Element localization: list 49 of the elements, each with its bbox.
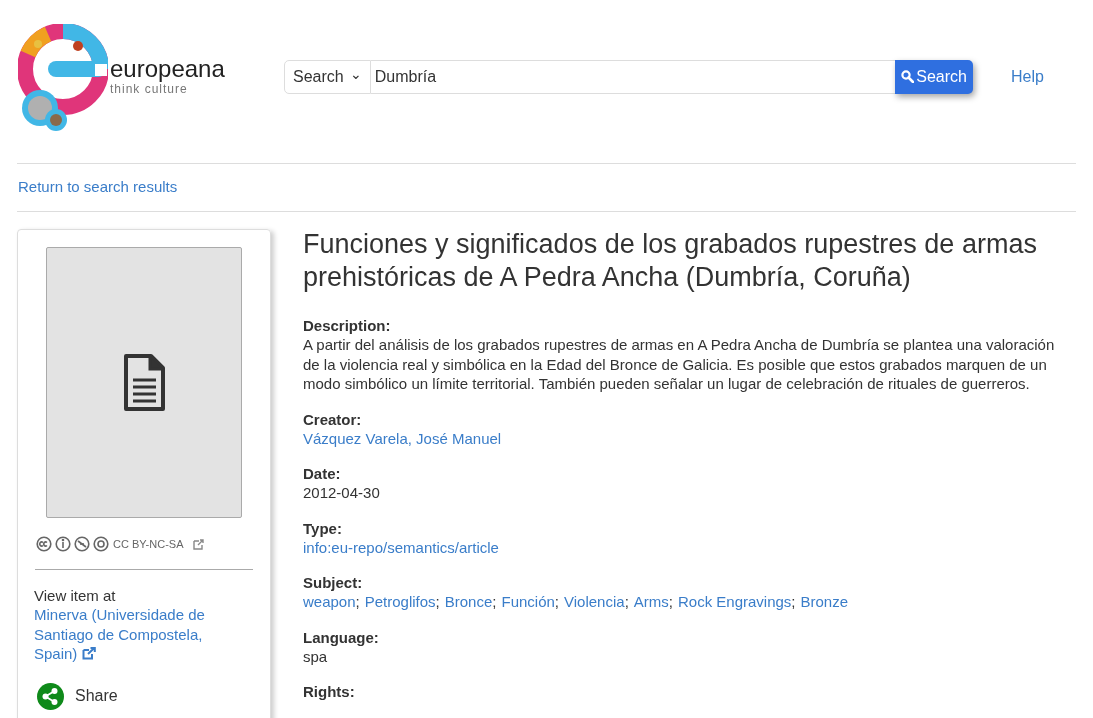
field-label: Rights: xyxy=(303,682,356,701)
separator: ; xyxy=(624,593,629,610)
field-value-link[interactable]: info:eu-repo/semantics/article xyxy=(303,538,499,556)
cc-icon xyxy=(36,536,52,553)
logo-icon xyxy=(18,23,108,132)
field-value-link[interactable]: Violencia xyxy=(564,593,625,610)
provider-link[interactable]: Minerva (Universidade de Santiago de Compostela, Spain) xyxy=(34,605,224,664)
field-value-link[interactable]: Función xyxy=(501,593,555,610)
noncommercial-icon xyxy=(74,536,90,553)
logo-wordmark: europeana xyxy=(110,55,225,82)
logo-tagline: think culture xyxy=(110,81,188,96)
field-label: Language: xyxy=(303,627,380,647)
field-value: A partir del análisis de los grabados rupestres de armas en A Pedra Ancha de Dumbría se plantea una valoración de la violencia real y simbólica en la Edad del Bronce de Galicia. Es posible que estos grabados marquen de un modo simbólico un límite territorial. También pueden señalar un lugar de celebración de rituales de guerreros. xyxy=(303,336,1055,392)
external-link-icon[interactable] xyxy=(192,538,204,550)
field-label: Date: xyxy=(303,464,342,483)
help-link[interactable]: Help xyxy=(1011,64,1044,89)
caret-icon: ⌄ xyxy=(349,68,362,79)
field-label: Description: xyxy=(303,316,392,335)
field-value: spa xyxy=(303,647,328,665)
document-thumbnail[interactable] xyxy=(46,247,242,518)
return-to-search-link[interactable]: Return to search results xyxy=(18,176,178,199)
license-label: CC BY-NC-SA xyxy=(113,537,184,552)
separator: ; xyxy=(492,593,497,610)
separator: ; xyxy=(435,593,440,610)
document-icon xyxy=(123,353,165,412)
field-label: Type: xyxy=(303,518,343,538)
field-value: 2012-04-30 xyxy=(303,484,380,501)
separator: ; xyxy=(355,593,360,610)
search-icon xyxy=(901,70,915,83)
share-alike-icon xyxy=(93,536,109,553)
field-value-link[interactable]: Arms xyxy=(633,593,669,610)
field-value-link[interactable]: weapon xyxy=(303,593,356,610)
item-title: Funciones y significados de los grabados rupestres de armas prehistóricas de A Pedra Ancha (Dumbría, Coruña) xyxy=(303,228,1038,294)
view-item-label: View item at xyxy=(34,585,117,605)
attribution-icon xyxy=(55,536,71,553)
search-scope-dropdown[interactable]: Search ⌄ xyxy=(284,59,371,94)
share-icon[interactable] xyxy=(37,682,64,710)
separator: ; xyxy=(668,593,673,610)
field-value-link[interactable]: Petroglifos xyxy=(364,593,436,610)
field-value-link[interactable]: Bronze xyxy=(800,593,849,610)
search-field[interactable]: Dumbría xyxy=(370,59,896,94)
search-button[interactable]: Search xyxy=(895,59,973,94)
field-label: Creator: xyxy=(303,409,363,429)
share-label[interactable]: Share xyxy=(75,684,118,708)
separator: ; xyxy=(791,593,796,610)
separator: ; xyxy=(554,593,559,610)
external-link-icon[interactable] xyxy=(81,647,96,660)
field-label: Subject: xyxy=(303,573,364,592)
field-value-link[interactable]: Vázquez Varela, José Manuel xyxy=(303,429,502,447)
